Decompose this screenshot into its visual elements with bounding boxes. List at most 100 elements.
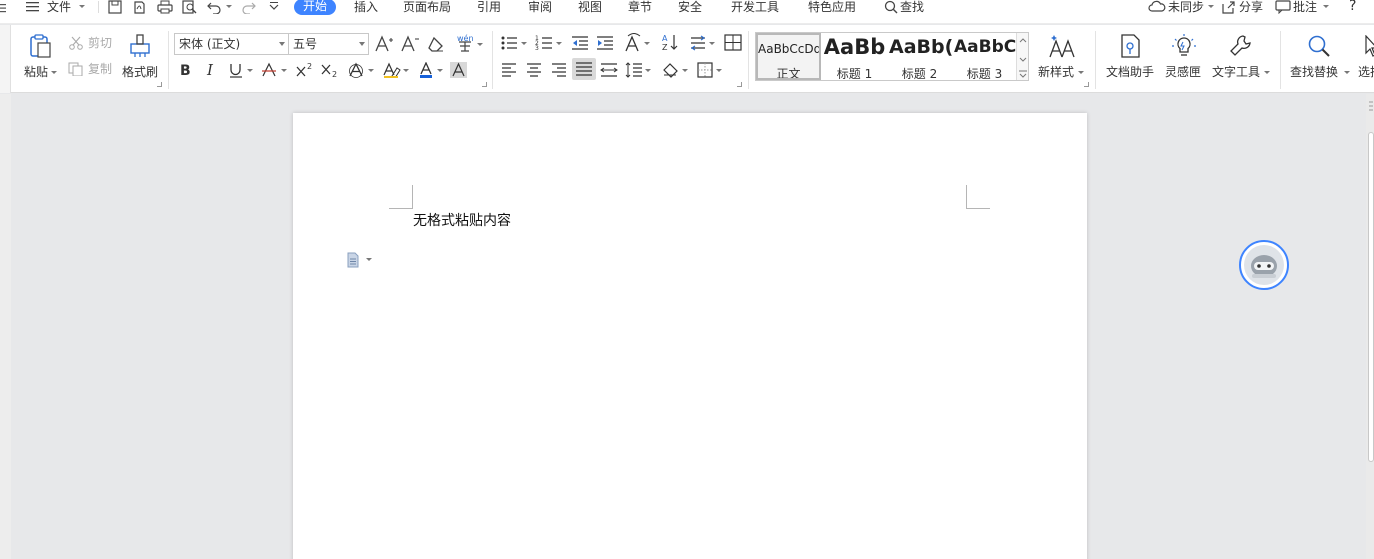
tab-home[interactable]: 开始 [294,0,337,15]
align-right-icon[interactable] [551,62,567,78]
tab-special-apps[interactable]: 特色应用 [808,0,856,18]
format-painter-button[interactable]: 格式刷 [120,33,160,81]
text-effect-icon[interactable] [348,62,376,78]
tab-developer-tools[interactable]: 开发工具 [731,0,779,18]
underline-icon[interactable] [229,62,255,78]
sync-status[interactable]: 未同步 [1148,0,1216,14]
tab-security[interactable]: 安全 [678,0,702,18]
distributed-align-icon[interactable] [600,62,618,78]
text-tools-button[interactable]: 文字工具 [1210,33,1272,81]
line-spacing-icon[interactable] [625,62,653,78]
redo-icon[interactable] [240,0,256,14]
save-icon[interactable] [108,0,124,14]
undo-dropdown-icon[interactable] [226,5,232,8]
select-button[interactable]: 选择 [1356,33,1374,81]
robot-icon [1243,244,1285,286]
clipboard-dialog-launcher[interactable] [157,82,162,87]
style-name: 标题 3 [966,67,1003,80]
inspiration-button[interactable]: 灵感匣 [1163,33,1203,81]
file-menu-label: 文件 [47,0,72,14]
bullet-list-icon[interactable] [500,34,530,52]
numbered-list-icon[interactable]: 123 [535,34,565,52]
style-heading-1[interactable]: AaBb 标题 1 [822,33,887,80]
phonetic-guide-button[interactable]: wén [455,32,485,54]
print-icon[interactable] [157,0,173,14]
align-left-icon[interactable] [501,62,517,78]
svg-text:I: I [206,62,214,78]
highlight-icon[interactable] [382,62,410,78]
paragraph-dialog-launcher[interactable] [737,82,742,87]
share-button[interactable]: 分享 [1221,0,1266,14]
doc-assistant-label: 文档助手 [1106,65,1155,79]
justify-icon[interactable] [572,58,596,80]
style-gallery-scroller[interactable] [1016,33,1028,80]
increase-indent-icon[interactable] [596,34,614,52]
font-size-select[interactable]: 五号 [288,33,369,55]
tab-review[interactable]: 审阅 [528,0,552,18]
undo-icon[interactable] [207,0,223,14]
styles-dialog-launcher[interactable] [1084,82,1089,87]
decrease-indent-icon[interactable] [571,34,589,52]
subscript-icon[interactable]: 2 [321,62,341,78]
inspiration-label: 灵感匣 [1165,65,1202,79]
separator [748,31,749,89]
cut-button[interactable]: 剪切 [68,36,114,52]
paragraph-spacing-icon[interactable] [690,34,720,52]
search-menu[interactable]: 查找 [884,0,934,14]
tab-insert[interactable]: 插入 [354,0,378,18]
style-name: 正文 [776,67,801,80]
menu-bar: 文件 开始 插入 页面布局 引用 审阅 视图 章节 安全 开发工具 特色应用 查… [0,0,1374,24]
shrink-font-icon[interactable] [400,35,420,53]
chevron-down-icon [477,43,483,46]
ribbon-left-edge [0,25,11,93]
grow-font-icon[interactable] [374,35,394,53]
assistant-avatar-button[interactable] [1239,240,1289,290]
new-style-button[interactable]: 新样式 [1036,33,1086,81]
print-preview-icon[interactable] [182,0,198,14]
style-normal[interactable]: AaBbCcDd 正文 [756,33,821,80]
tab-references[interactable]: 引用 [477,0,501,18]
clear-format-icon[interactable] [427,35,445,53]
find-replace-button[interactable]: 查找替换 [1290,33,1350,81]
font-color-icon[interactable] [418,62,446,78]
table-borders-icon[interactable] [724,34,742,52]
share-icon [1221,0,1235,14]
scrollbar-top-marker [1368,100,1374,120]
font-dialog-launcher[interactable] [482,82,487,87]
help-icon[interactable]: ? [1349,0,1356,13]
borders-icon[interactable] [697,62,725,78]
chevron-down-icon [279,42,285,46]
bold-icon[interactable]: B [179,62,193,78]
ribbon-toolbar: 粘贴 剪切 复制 格式刷 宋体 (正文) 五号 wén B I 2 2 1 2 … [0,25,1374,93]
chevron-down-icon [51,71,57,74]
share-label: 分享 [1239,0,1264,14]
tab-view[interactable]: 视图 [578,0,602,18]
copy-button[interactable]: 复制 [68,62,114,78]
paste-icon [27,33,53,59]
paste-button[interactable]: 粘贴 [22,33,57,81]
shading-icon[interactable] [662,62,690,78]
document-page[interactable]: 无格式粘贴内容 [293,113,1087,559]
sort-icon[interactable]: AZ [661,33,679,53]
doc-assistant-button[interactable]: 文档助手 [1104,33,1156,81]
paste-options-button[interactable] [346,252,374,268]
export-pdf-icon[interactable] [132,0,148,14]
align-center-icon[interactable] [526,62,542,78]
comment-button[interactable]: 批注 [1275,0,1330,14]
strikethrough-icon[interactable] [261,62,289,78]
character-shading-icon[interactable] [450,62,468,78]
superscript-icon[interactable]: 2 [296,62,316,78]
svg-text:B: B [180,63,191,78]
change-case-icon[interactable] [624,33,652,53]
tab-chapter[interactable]: 章节 [628,0,652,18]
italic-icon[interactable]: I [205,62,219,78]
vertical-scrollbar-thumb[interactable] [1368,132,1374,462]
document-body-text[interactable]: 无格式粘贴内容 [413,210,511,230]
style-heading-3[interactable]: AaBbC 标题 3 [952,33,1017,80]
font-family-select[interactable]: 宋体 (正文) [174,33,289,55]
style-heading-2[interactable]: AaBb( 标题 2 [887,33,952,80]
new-style-label: 新样式 [1038,65,1075,79]
customize-toolbar-icon[interactable] [268,0,284,14]
tab-page-layout[interactable]: 页面布局 [403,0,451,18]
new-style-icon [1048,33,1076,59]
